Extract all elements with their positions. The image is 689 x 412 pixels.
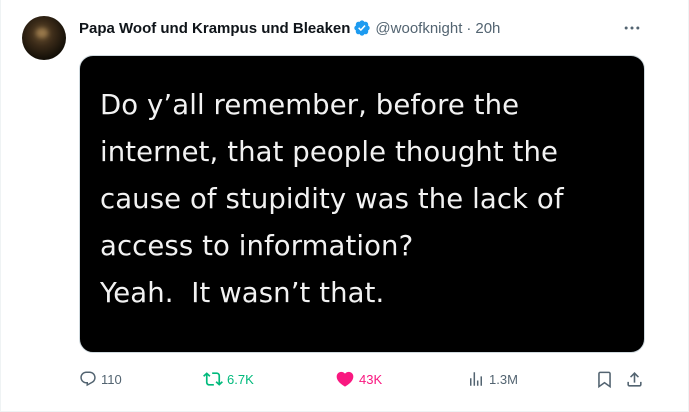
action-bar: 110 6.7K 43K 1.3M (79, 368, 649, 390)
quote-line: internet, that people thought the (100, 136, 559, 168)
reply-button[interactable]: 110 (79, 368, 122, 390)
reply-count: 110 (101, 371, 122, 387)
more-dots-icon (624, 26, 640, 30)
quote-line: Yeah. It wasn’t that. (100, 277, 385, 309)
tweet-header: Papa Woof und Krampus und Bleaken @woofk… (79, 18, 500, 38)
repost-icon (203, 372, 223, 386)
share-upload-icon (627, 371, 642, 387)
timestamp[interactable]: 20h (475, 20, 500, 37)
verified-badge-icon[interactable] (353, 19, 371, 37)
quote-line: Do y’all remember, before the (100, 89, 520, 121)
share-button[interactable] (625, 368, 644, 390)
author-handle[interactable]: @woofknight (375, 20, 462, 37)
separator-dot: · (466, 19, 472, 37)
avatar[interactable] (22, 16, 66, 60)
quote-line: access to information? (100, 230, 414, 262)
views-count: 1.3M (489, 371, 518, 387)
reply-icon (80, 371, 96, 387)
bookmark-button[interactable] (595, 368, 614, 390)
repost-button[interactable]: 6.7K (203, 368, 254, 390)
like-button[interactable]: 43K (335, 368, 382, 390)
repost-count: 6.7K (227, 371, 254, 387)
author-display-name[interactable]: Papa Woof und Krampus und Bleaken (79, 20, 350, 37)
tweet-image[interactable]: Do y’all remember, before the internet, … (79, 55, 645, 353)
heart-icon (336, 371, 354, 387)
more-options-button[interactable] (620, 16, 644, 40)
image-quote-text: Do y’all remember, before the internet, … (100, 82, 630, 317)
like-count: 43K (359, 371, 383, 387)
views-chart-icon (470, 372, 482, 386)
tweet-card[interactable]: Papa Woof und Krampus und Bleaken @woofk… (0, 0, 689, 412)
bookmark-icon (598, 371, 611, 388)
views-button[interactable]: 1.3M (467, 368, 518, 390)
avatar-image-detail (36, 28, 48, 38)
quote-line: cause of stupidity was the lack of (100, 183, 564, 215)
